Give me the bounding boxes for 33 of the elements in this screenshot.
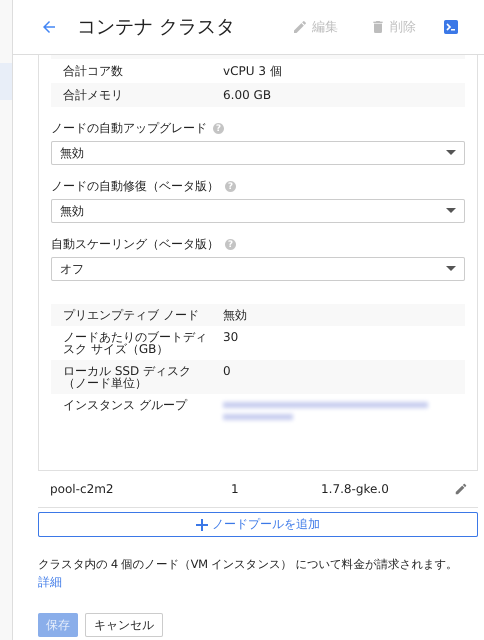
edit-icon[interactable] (454, 482, 468, 496)
cloud-shell-button[interactable] (444, 20, 458, 34)
property-value: 30 (223, 331, 240, 346)
property-label: 合計コア数 (63, 65, 124, 77)
field-label: ノードの自動アップグレード (51, 120, 207, 137)
property-label: プリエンプティブ ノード (63, 309, 200, 321)
billing-notice: クラスタ内の 4 個のノード（VM インスタンス） について料金が請求されます。 (38, 557, 459, 572)
page-title: コンテナ クラスタ (77, 15, 236, 40)
property-label: インスタンス グループ (63, 399, 188, 414)
property-label: 合計メモリ (63, 89, 124, 101)
dropdown[interactable]: オフ (51, 257, 465, 281)
cancel-button[interactable]: キャンセル (85, 613, 163, 637)
add-node-pool-button[interactable]: ノードプールを追加 (38, 512, 478, 537)
dropdown-caret-icon (446, 266, 456, 272)
field-label: ノードの自動修復（ベータ版） (51, 178, 219, 195)
pool-name: pool-c2m2 (49, 482, 115, 496)
property-label: ローカル SSD ディスク（ノード単位） (63, 365, 192, 389)
dropdown-caret-icon (446, 150, 456, 156)
property-value: vCPU 3 個 (223, 65, 283, 77)
dropdown[interactable]: 無効 (51, 199, 465, 223)
details-link[interactable]: 詳細 (38, 574, 62, 591)
dropdown-caret-icon (446, 208, 456, 214)
terminal-icon (444, 20, 458, 34)
node-version: 1.7.8-gke.0 (321, 482, 390, 496)
dropdown[interactable]: 無効 (51, 141, 465, 165)
property-value: 0 (223, 365, 232, 380)
plus-icon (196, 518, 208, 530)
pencil-icon (292, 19, 308, 35)
property-label: ノードあたりのブートディスク サイズ（GB） (63, 331, 208, 355)
property-value: 無効 (223, 309, 248, 321)
property-value: 6.00 GB (223, 89, 272, 101)
node-count: 1 (231, 482, 240, 496)
field-label: 自動スケーリング（ベータ版） (51, 236, 219, 253)
